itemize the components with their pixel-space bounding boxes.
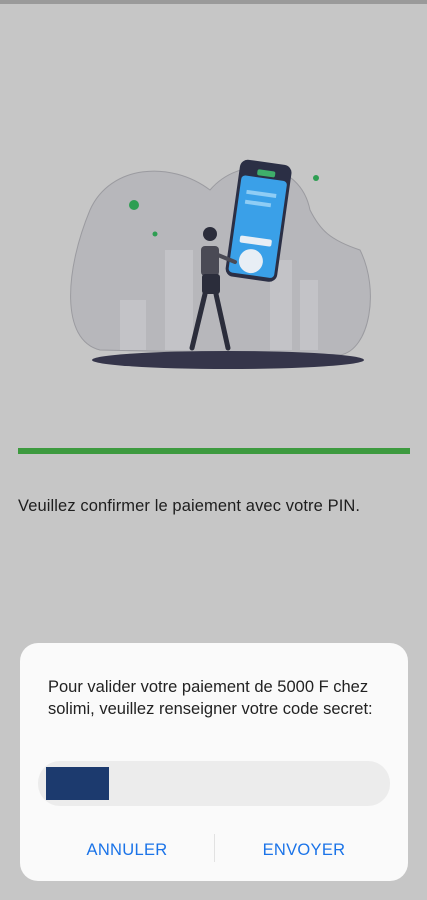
dot-icon xyxy=(152,231,158,237)
payment-instruction: Veuillez confirmer le paiement avec votr… xyxy=(18,497,361,515)
status-bar-edge xyxy=(0,0,427,4)
background-blob xyxy=(70,167,371,356)
pin-dialog: Pour valider votre paiement de 5000 F ch… xyxy=(20,643,408,881)
payment-illustration xyxy=(70,159,371,369)
dot-icon xyxy=(313,175,319,181)
cancel-button[interactable]: ANNULER xyxy=(72,835,182,865)
submit-button[interactable]: ENVOYER xyxy=(254,835,354,865)
payment-progress-bar xyxy=(18,448,410,454)
pin-field[interactable] xyxy=(38,761,390,806)
payment-progress-fill xyxy=(18,448,410,454)
pin-dialog-message: Pour valider votre paiement de 5000 F ch… xyxy=(48,678,373,718)
ground-shadow xyxy=(92,351,364,369)
button-divider xyxy=(214,834,215,862)
pin-input[interactable] xyxy=(38,761,390,806)
dot-icon xyxy=(129,200,139,210)
